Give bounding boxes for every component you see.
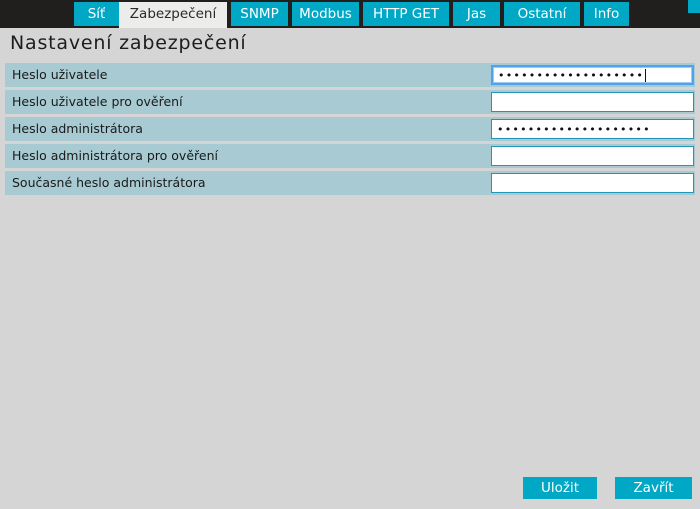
field-label: Heslo administrátora — [12, 121, 143, 136]
password-input[interactable] — [491, 146, 694, 166]
tab-zabezpe-en[interactable]: Zabezpečení — [119, 2, 227, 28]
footer-bar: Uložit Zavřít — [0, 469, 700, 509]
tab-info[interactable]: Info — [584, 2, 629, 26]
tab-jas[interactable]: Jas — [453, 2, 500, 26]
field-label: Heslo administrátora pro ověření — [12, 148, 218, 163]
save-button[interactable]: Uložit — [523, 477, 597, 499]
form-row: Heslo uživatele pro ověření — [5, 90, 695, 114]
security-settings-form: Heslo uživatele ••••••••••••••••••• Heslo … — [0, 63, 700, 198]
page-title: Nastavení zabezpečení — [10, 32, 247, 54]
tab-snmp[interactable]: SNMP — [231, 2, 288, 26]
field-label: Současné heslo administrátora — [12, 175, 206, 190]
form-row: Heslo administrátora pro ověření — [5, 144, 695, 168]
corner-indicator — [688, 0, 700, 13]
password-input[interactable] — [491, 92, 694, 112]
password-input[interactable]: ••••••••••••••••••• — [491, 65, 694, 85]
tab-http-get[interactable]: HTTP GET — [363, 2, 449, 26]
form-row: Heslo uživatele ••••••••••••••••••• — [5, 63, 695, 87]
field-label: Heslo uživatele — [12, 67, 108, 82]
field-label: Heslo uživatele pro ověření — [12, 94, 183, 109]
tab-ostatn[interactable]: Ostatní — [504, 2, 580, 26]
tab-s[interactable]: Síť — [74, 2, 119, 26]
form-row: Současné heslo administrátora — [5, 171, 695, 195]
text-caret — [645, 68, 647, 82]
password-input-value: •••••••••••••••••••• — [497, 122, 651, 136]
tab-modbus[interactable]: Modbus — [292, 2, 359, 26]
form-row: Heslo administrátora •••••••••••••••••••• — [5, 117, 695, 141]
password-input[interactable]: •••••••••••••••••••• — [491, 119, 694, 139]
password-input[interactable] — [491, 173, 694, 193]
tab-bar: Síť Zabezpečení SNMP Modbus HTTP GET Jas Ostat… — [0, 0, 700, 28]
password-input-value: ••••••••••••••••••• — [498, 68, 645, 82]
close-button[interactable]: Zavřít — [615, 477, 692, 499]
